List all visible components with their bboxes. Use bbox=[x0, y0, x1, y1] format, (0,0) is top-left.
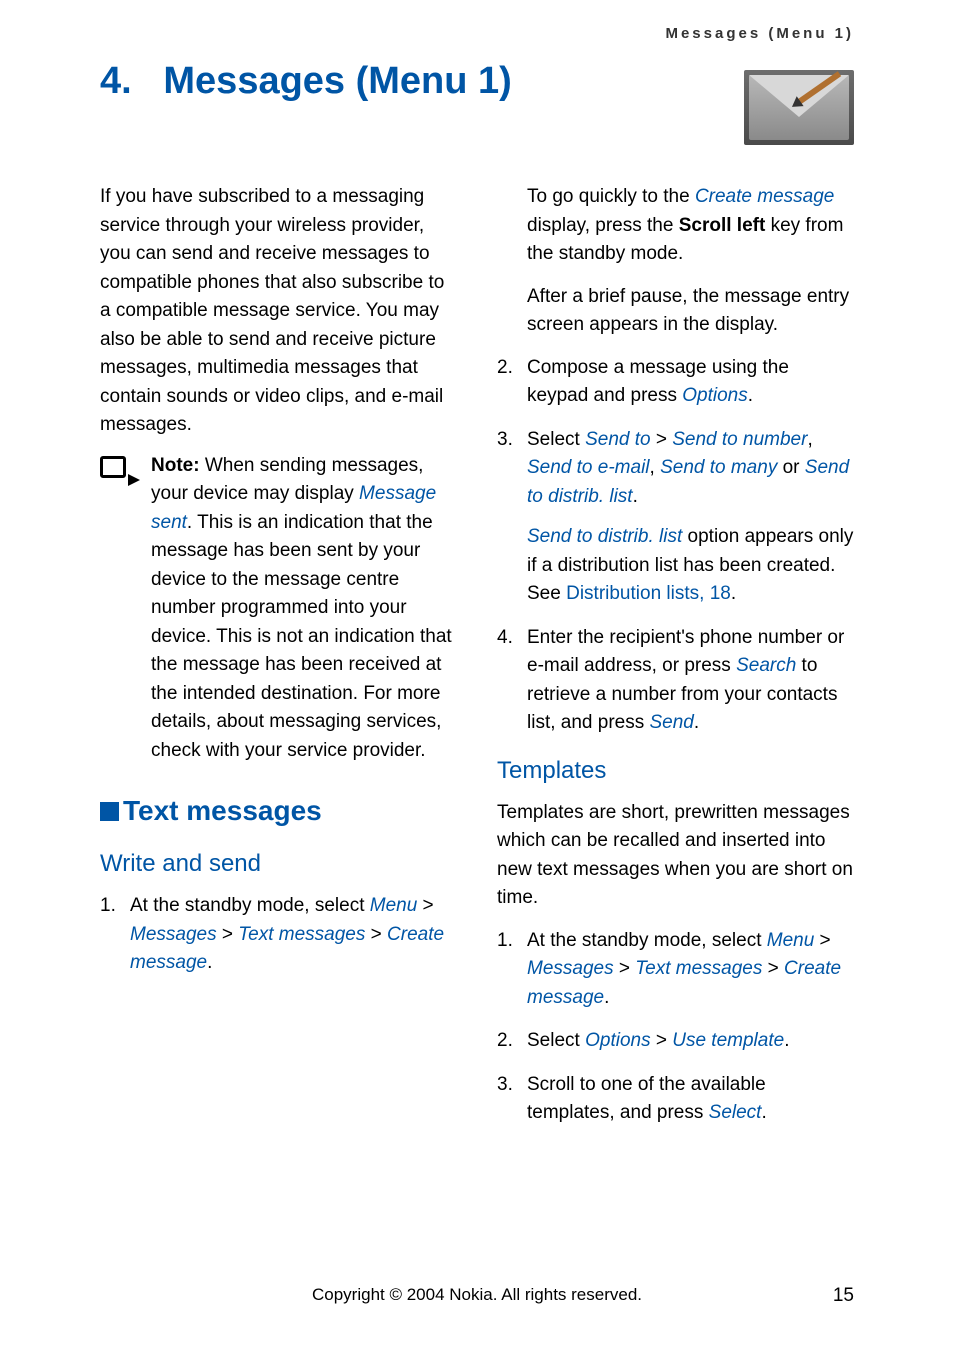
list-item: Enter the recipient's phone number or e-… bbox=[497, 624, 854, 738]
ui-select: Select bbox=[709, 1102, 762, 1123]
separator: > bbox=[762, 958, 784, 979]
templates-intro: Templates are short, prewritten messages… bbox=[497, 799, 854, 913]
list-item: Select Options > Use template. bbox=[497, 1027, 854, 1056]
subsection-templates: Templates bbox=[497, 753, 854, 789]
write-send-list-cont: Compose a message using the keypad and p… bbox=[497, 354, 854, 738]
text: Select bbox=[527, 429, 585, 450]
ui-messages: Messages bbox=[527, 958, 614, 979]
separator: > bbox=[217, 924, 239, 945]
ui-text-messages: Text messages bbox=[238, 924, 365, 945]
ui-options: Options bbox=[585, 1030, 650, 1051]
ui-send-to-many: Send to many bbox=[660, 457, 777, 478]
ui-options: Options bbox=[682, 385, 747, 406]
step1-cont-b: After a brief pause, the message entry s… bbox=[527, 283, 854, 340]
intro-paragraph: If you have subscribed to a messaging se… bbox=[100, 183, 457, 440]
separator: > bbox=[651, 1030, 673, 1051]
ui-menu: Menu bbox=[767, 930, 815, 951]
text: At the standby mode, select bbox=[130, 895, 370, 916]
text: or bbox=[777, 457, 804, 478]
text: . bbox=[604, 987, 609, 1008]
pencil-icon bbox=[797, 71, 841, 105]
text: Select bbox=[527, 1030, 585, 1051]
ui-text-messages: Text messages bbox=[635, 958, 762, 979]
square-bullet-icon bbox=[100, 802, 119, 821]
text: display, press the bbox=[527, 215, 679, 236]
page-number: 15 bbox=[833, 1285, 854, 1307]
text: . bbox=[748, 385, 753, 406]
running-header: Messages (Menu 1) bbox=[665, 25, 854, 42]
chapter-name: Messages (Menu 1) bbox=[163, 60, 511, 102]
key-scroll-left: Scroll left bbox=[679, 215, 766, 236]
ui-create-message: Create message bbox=[695, 186, 834, 207]
text: To go quickly to the bbox=[527, 186, 695, 207]
text: . bbox=[207, 952, 212, 973]
left-column: If you have subscribed to a messaging se… bbox=[100, 183, 457, 1143]
copyright-text: Copyright © 2004 Nokia. All rights reser… bbox=[312, 1285, 642, 1305]
ui-menu: Menu bbox=[370, 895, 418, 916]
text: . bbox=[694, 712, 699, 733]
note-icon bbox=[100, 456, 136, 486]
subsection-write-and-send: Write and send bbox=[100, 846, 457, 882]
ui-send-to: Send to bbox=[585, 429, 651, 450]
section-title-text: Text messages bbox=[123, 795, 322, 826]
list-item: Compose a message using the keypad and p… bbox=[497, 354, 854, 411]
ui-send-to-number: Send to number bbox=[672, 429, 807, 450]
text: At the standby mode, select bbox=[527, 930, 767, 951]
section-text-messages: Text messages bbox=[100, 790, 457, 832]
text: , bbox=[650, 457, 661, 478]
ui-send: Send bbox=[650, 712, 694, 733]
page-footer: Copyright © 2004 Nokia. All rights reser… bbox=[100, 1285, 854, 1305]
text: . bbox=[784, 1030, 789, 1051]
note-block: Note: When sending messages, your device… bbox=[100, 452, 457, 766]
list-item: Scroll to one of the available templates… bbox=[497, 1071, 854, 1128]
templates-list: At the standby mode, select Menu > Messa… bbox=[497, 927, 854, 1128]
link-distribution-lists[interactable]: Distribution lists, 18 bbox=[566, 583, 731, 604]
separator: > bbox=[365, 924, 387, 945]
text: . bbox=[633, 486, 638, 507]
ui-send-to-email: Send to e-mail bbox=[527, 457, 650, 478]
note-text: Note: When sending messages, your device… bbox=[151, 452, 457, 766]
separator: > bbox=[651, 429, 673, 450]
separator: > bbox=[417, 895, 433, 916]
write-send-list: At the standby mode, select Menu > Messa… bbox=[100, 892, 457, 978]
list-item: At the standby mode, select Menu > Messa… bbox=[100, 892, 457, 978]
step1-cont-a: To go quickly to the Create message disp… bbox=[527, 183, 854, 269]
text: , bbox=[807, 429, 812, 450]
note-post: . This is an indication that the message… bbox=[151, 512, 452, 761]
separator: > bbox=[614, 958, 636, 979]
right-column: To go quickly to the Create message disp… bbox=[497, 183, 854, 1143]
text: . bbox=[761, 1102, 766, 1123]
list-item: At the standby mode, select Menu > Messa… bbox=[497, 927, 854, 1013]
list-item: Select Send to > Send to number, Send to… bbox=[497, 426, 854, 609]
chapter-number: 4. bbox=[100, 60, 132, 102]
note-label: Note: bbox=[151, 455, 205, 476]
ui-use-template: Use template bbox=[672, 1030, 784, 1051]
ui-search: Search bbox=[736, 655, 796, 676]
envelope-compose-icon bbox=[744, 70, 854, 145]
text: . bbox=[731, 583, 736, 604]
ui-send-to-distrib: Send to distrib. list bbox=[527, 526, 682, 547]
ui-messages: Messages bbox=[130, 924, 217, 945]
chapter-title: 4. Messages (Menu 1) bbox=[100, 60, 854, 103]
separator: > bbox=[814, 930, 830, 951]
